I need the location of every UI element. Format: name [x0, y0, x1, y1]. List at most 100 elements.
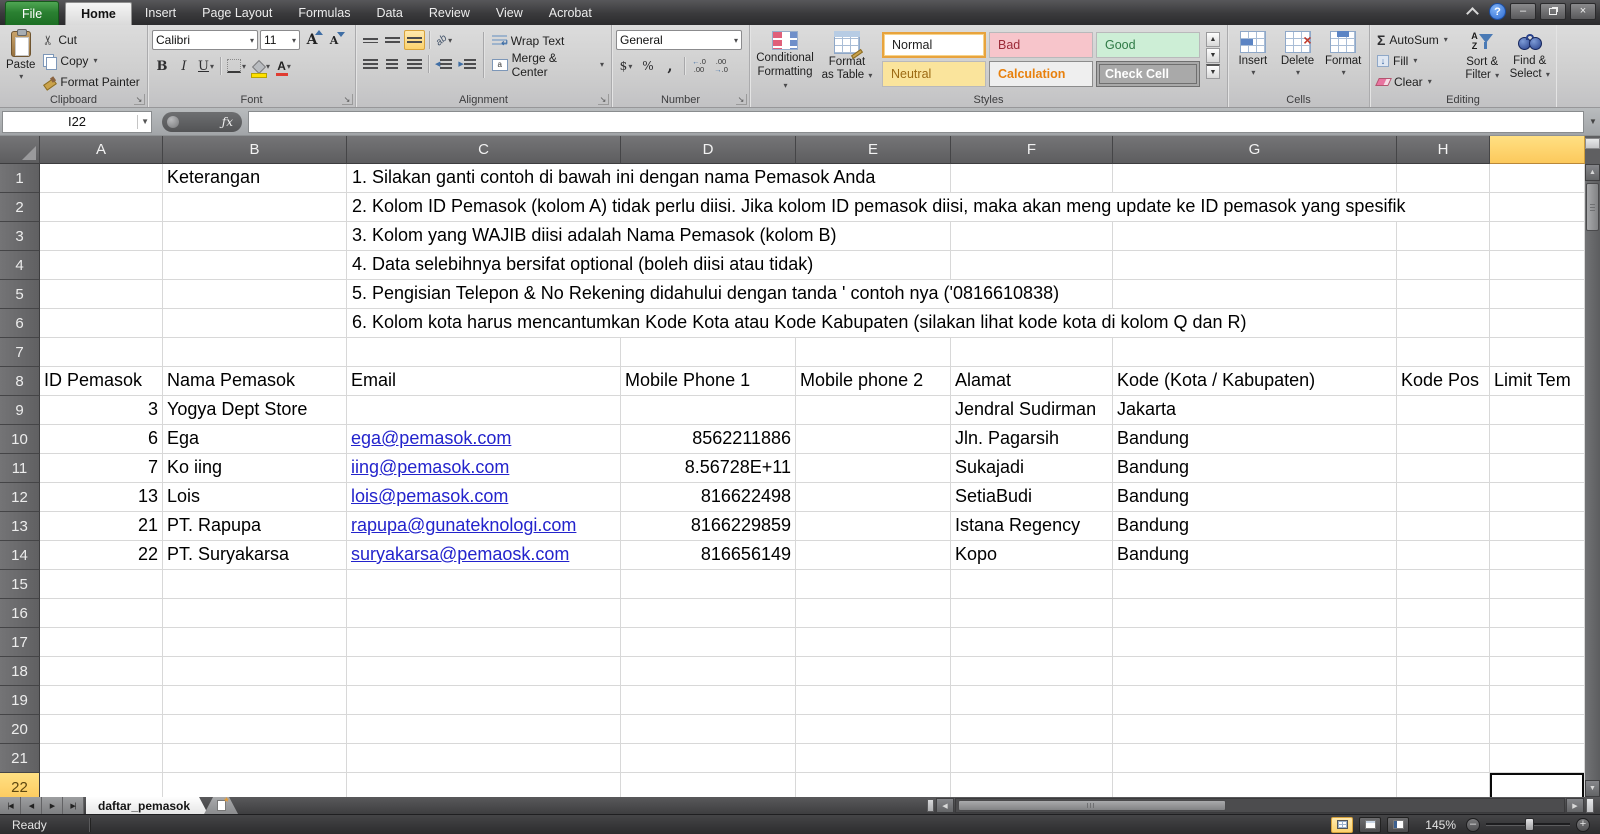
cell-C13[interactable]: rapupa@gunateknologi.com: [347, 512, 621, 541]
cell-A15[interactable]: [40, 570, 163, 599]
chevron-down-icon[interactable]: ▼: [137, 115, 149, 129]
cell-C15[interactable]: [347, 570, 621, 599]
column-header-G[interactable]: G: [1113, 136, 1397, 164]
tab-review[interactable]: Review: [416, 0, 483, 25]
cell-A1[interactable]: [40, 164, 163, 193]
tab-file[interactable]: File: [5, 1, 59, 25]
cell-F21[interactable]: [951, 744, 1113, 773]
cell-A21[interactable]: [40, 744, 163, 773]
cell-B12[interactable]: Lois: [163, 483, 347, 512]
dialog-launcher-icon[interactable]: ↘: [134, 94, 145, 105]
cell-A12[interactable]: 13: [40, 483, 163, 512]
cell-E10[interactable]: [796, 425, 951, 454]
page-layout-view-button[interactable]: [1359, 817, 1381, 833]
cell-F11[interactable]: Sukajadi: [951, 454, 1113, 483]
cell-C17[interactable]: [347, 628, 621, 657]
select-all-button[interactable]: [0, 136, 40, 164]
cell-G8[interactable]: Kode (Kota / Kabupaten): [1113, 367, 1397, 396]
cell-A19[interactable]: [40, 686, 163, 715]
cell-D19[interactable]: [621, 686, 796, 715]
cell-G14[interactable]: Bandung: [1113, 541, 1397, 570]
increase-indent-button[interactable]: ▶: [456, 54, 477, 74]
column-header-C[interactable]: C: [347, 136, 621, 164]
font-color-button[interactable]: A▾: [274, 56, 294, 76]
cell-G15[interactable]: [1113, 570, 1397, 599]
cell-F1[interactable]: [951, 164, 1113, 193]
format-cells-button[interactable]: Format▾: [1321, 28, 1365, 92]
cell-C6-overflow[interactable]: 6. Kolom kota harus mencantumkan Kode Ko…: [348, 309, 1253, 337]
cell-D8[interactable]: Mobile Phone 1: [621, 367, 796, 396]
dialog-launcher-icon[interactable]: ↘: [342, 94, 353, 105]
cell-A14[interactable]: 22: [40, 541, 163, 570]
cell-C8[interactable]: Email: [347, 367, 621, 396]
clear-button[interactable]: Clear▾: [1374, 72, 1457, 91]
cell-A3[interactable]: [40, 222, 163, 251]
cell-H20[interactable]: [1397, 715, 1490, 744]
tab-view[interactable]: View: [483, 0, 536, 25]
gallery-down-icon[interactable]: ▼: [1206, 48, 1220, 63]
cell-I14[interactable]: [1490, 541, 1585, 570]
column-header-H[interactable]: H: [1397, 136, 1490, 164]
cell-C4-overflow[interactable]: 4. Data selebihnya bersifat optional (bo…: [348, 251, 819, 279]
cell-A11[interactable]: 7: [40, 454, 163, 483]
gallery-more-icon[interactable]: ▼: [1206, 64, 1220, 79]
borders-button[interactable]: ▾: [225, 56, 248, 76]
tab-formulas[interactable]: Formulas: [285, 0, 363, 25]
minimize-button[interactable]: –: [1510, 3, 1536, 20]
cut-button[interactable]: ✂ Cut: [40, 30, 142, 49]
shrink-font-button[interactable]: A: [324, 30, 344, 50]
cell-D17[interactable]: [621, 628, 796, 657]
cell-A20[interactable]: [40, 715, 163, 744]
cell-F10[interactable]: Jln. Pagarsih: [951, 425, 1113, 454]
format-painter-button[interactable]: Format Painter: [40, 72, 142, 91]
cell-B14[interactable]: PT. Suryakarsa: [163, 541, 347, 570]
style-calculation[interactable]: Calculation: [989, 61, 1093, 87]
cell-A10[interactable]: 6: [40, 425, 163, 454]
cell-H8[interactable]: Kode Pos: [1397, 367, 1490, 396]
cell-C9[interactable]: [347, 396, 621, 425]
cell-I21[interactable]: [1490, 744, 1585, 773]
underline-button[interactable]: U▾: [196, 56, 216, 76]
cell-I8[interactable]: Limit Tem: [1490, 367, 1585, 396]
cell-H14[interactable]: [1397, 541, 1490, 570]
cell-E15[interactable]: [796, 570, 951, 599]
zoom-level[interactable]: 145%: [1425, 818, 1456, 832]
cell-E18[interactable]: [796, 657, 951, 686]
cell-A7[interactable]: [40, 338, 163, 367]
scroll-left-icon[interactable]: ◀: [936, 798, 954, 813]
cell-B5[interactable]: [163, 280, 347, 309]
cell-I11[interactable]: [1490, 454, 1585, 483]
cell-G5[interactable]: [1113, 280, 1397, 309]
cell-B9[interactable]: Yogya Dept Store: [163, 396, 347, 425]
cell-C21[interactable]: [347, 744, 621, 773]
cell-A4[interactable]: [40, 251, 163, 280]
restore-button[interactable]: [1540, 3, 1566, 20]
row-header-2[interactable]: 2: [0, 193, 40, 222]
cell-H7[interactable]: [1397, 338, 1490, 367]
row-header-15[interactable]: 15: [0, 570, 40, 599]
cell-G17[interactable]: [1113, 628, 1397, 657]
h-scroll-thumb[interactable]: [958, 800, 1226, 811]
row-header-20[interactable]: 20: [0, 715, 40, 744]
accounting-format-button[interactable]: $▾: [616, 56, 636, 76]
cell-E11[interactable]: [796, 454, 951, 483]
zoom-in-button[interactable]: +: [1576, 818, 1590, 832]
cell-G3[interactable]: [1113, 222, 1397, 251]
column-header-A[interactable]: A: [40, 136, 163, 164]
row-header-18[interactable]: 18: [0, 657, 40, 686]
cell-B1[interactable]: Keterangan: [163, 164, 347, 193]
wrap-text-button[interactable]: Wrap Text: [489, 31, 607, 50]
cell-I18[interactable]: [1490, 657, 1585, 686]
cell-I13[interactable]: [1490, 512, 1585, 541]
cell-D15[interactable]: [621, 570, 796, 599]
cell-B3[interactable]: [163, 222, 347, 251]
row-header-22[interactable]: 22: [0, 773, 40, 797]
cell-I1[interactable]: [1490, 164, 1585, 193]
cell-C5-overflow[interactable]: 5. Pengisian Telepon & No Rekening didah…: [348, 280, 1065, 308]
cell-B11[interactable]: Ko iing: [163, 454, 347, 483]
percent-style-button[interactable]: %: [638, 56, 658, 76]
column-header-D[interactable]: D: [621, 136, 796, 164]
cell-I15[interactable]: [1490, 570, 1585, 599]
delete-cells-button[interactable]: × Delete▾: [1277, 28, 1319, 92]
row-header-7[interactable]: 7: [0, 338, 40, 367]
